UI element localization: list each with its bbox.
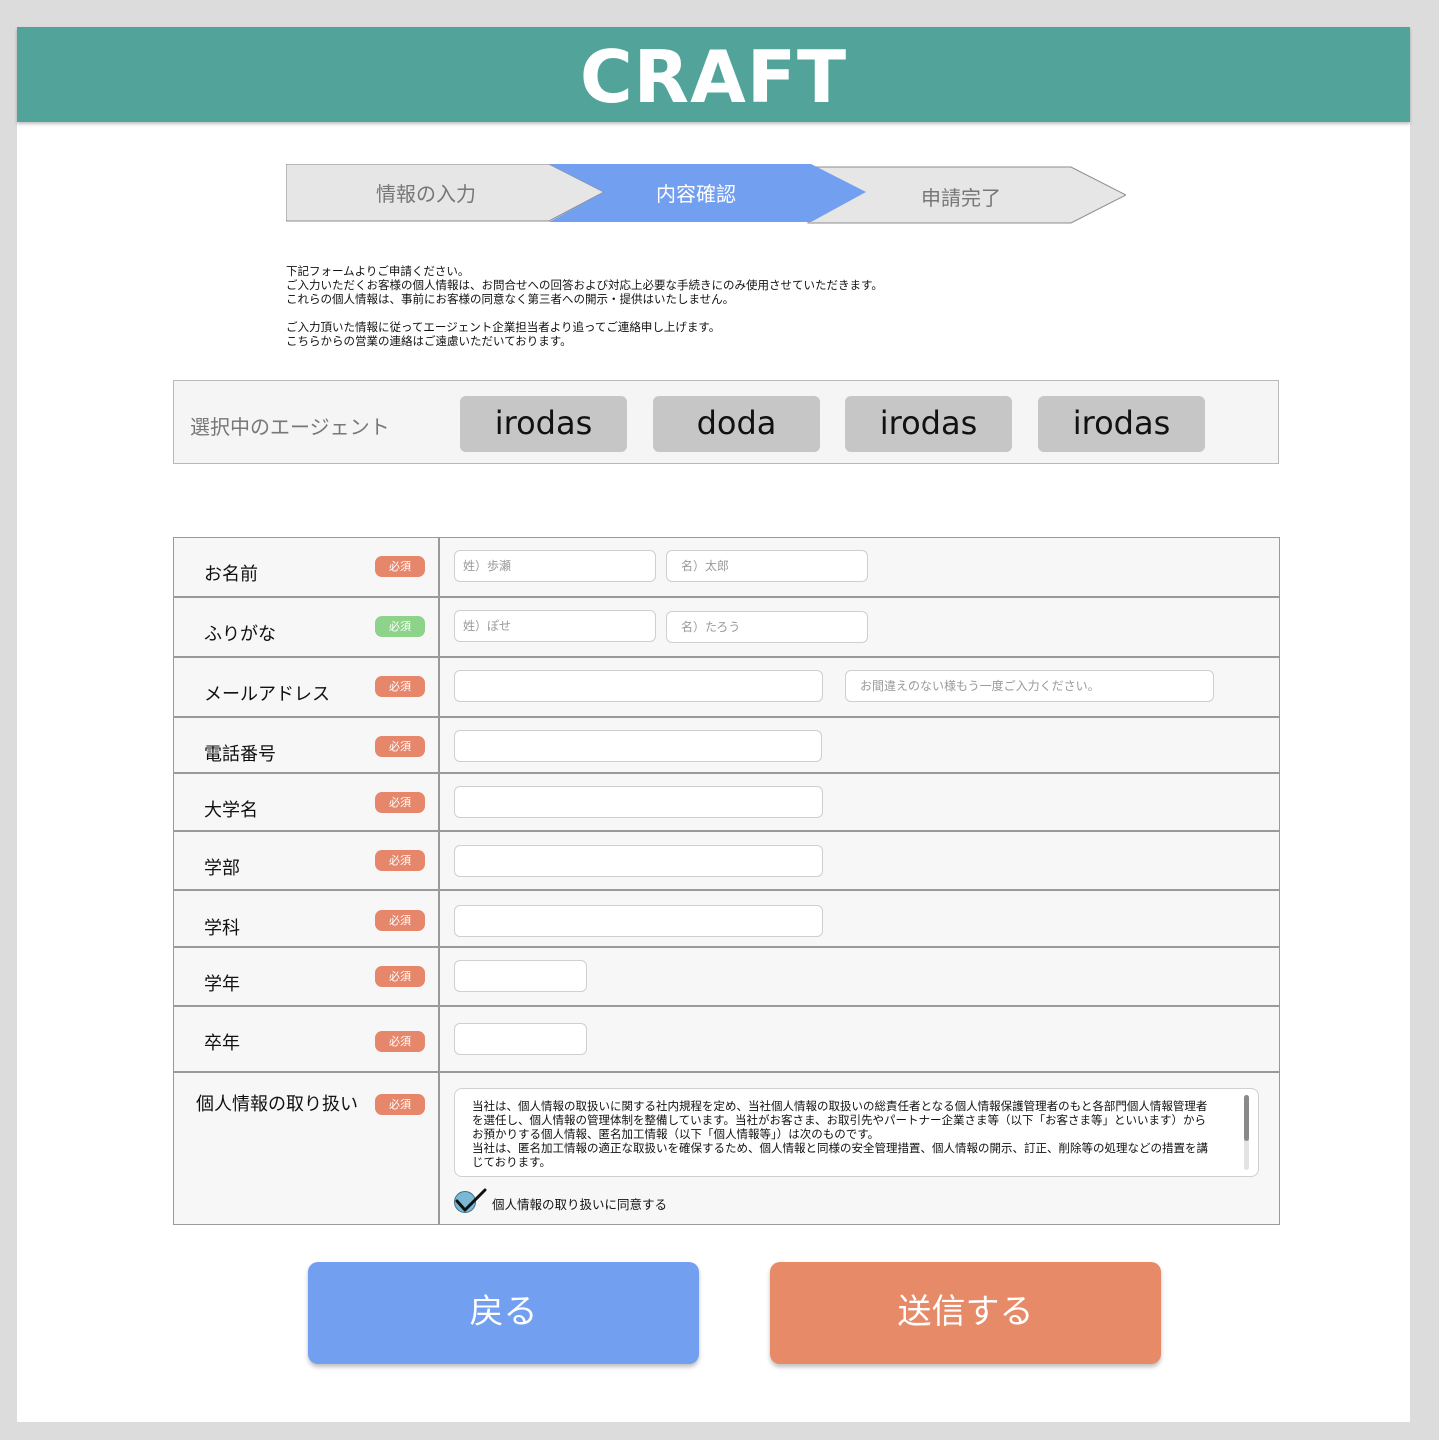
progress-steps: 情報の入力 内容確認 申請完了 bbox=[286, 164, 1126, 226]
form-row-university: 大学名 必須 bbox=[174, 774, 1279, 832]
required-badge: 必須 bbox=[375, 792, 425, 813]
craft-logo: CRAFT bbox=[579, 35, 848, 119]
required-badge: 必須 bbox=[375, 1031, 425, 1052]
form-row-name: お名前 必須 姓）歩瀬 名）太郎 bbox=[174, 538, 1279, 598]
privacy-agree-checkbox[interactable]: 個人情報の取り扱いに同意する bbox=[454, 1188, 754, 1216]
faculty-input[interactable] bbox=[454, 845, 823, 877]
form-row-grade: 学年 必須 bbox=[174, 948, 1279, 1007]
last-name-input[interactable]: 姓）歩瀬 bbox=[454, 550, 656, 582]
required-badge: 必須 bbox=[375, 736, 425, 757]
required-badge: 必須 bbox=[375, 616, 425, 637]
agent-chip[interactable]: irodas bbox=[1038, 396, 1205, 452]
phone-input[interactable] bbox=[454, 730, 822, 762]
furigana-label: ふりがな bbox=[204, 624, 276, 645]
notice-line: これらの個人情報は、事前にお客様の同意なく第三者への開示・提供はいたしません。 bbox=[286, 292, 735, 306]
privacy-agree-label: 個人情報の取り扱いに同意する bbox=[492, 1197, 668, 1212]
privacy-paragraph: 当社は、匿名加工情報の適正な取扱いを確保するため、個人情報と同様の安全管理措置、… bbox=[472, 1141, 1208, 1169]
faculty-label: 学部 bbox=[204, 858, 240, 879]
name-label: お名前 bbox=[204, 564, 258, 585]
form-row-department: 学科 必須 bbox=[174, 891, 1279, 948]
first-name-input[interactable]: 名）太郎 bbox=[666, 550, 868, 582]
grade-input[interactable] bbox=[454, 960, 587, 992]
required-badge: 必須 bbox=[375, 966, 425, 987]
agent-chip[interactable]: irodas bbox=[845, 396, 1012, 452]
phone-label: 電話番号 bbox=[204, 744, 276, 765]
required-badge: 必須 bbox=[375, 1094, 425, 1115]
form-row-furigana: ふりがな 必須 姓）ぽせ 名）たろう bbox=[174, 598, 1279, 658]
graduation-input[interactable] bbox=[454, 1023, 587, 1055]
notice-line: 下記フォームよりご申請ください。 bbox=[286, 264, 470, 278]
submit-button[interactable]: 送信する bbox=[770, 1262, 1161, 1364]
privacy-label: 個人情報の取り扱い bbox=[196, 1094, 358, 1115]
checkmark-icon bbox=[455, 1188, 487, 1212]
required-badge: 必須 bbox=[375, 676, 425, 697]
notice-line: ご入力いただくお客様の個人情報は、お問合せへの回答および対応上必要な手続きにのみ… bbox=[286, 278, 883, 292]
privacy-scrollbar[interactable] bbox=[1244, 1095, 1249, 1170]
application-form: お名前 必須 姓）歩瀬 名）太郎 ふりがな 必須 姓）ぽせ 名）たろう メールア… bbox=[173, 537, 1280, 1225]
agent-chip[interactable]: irodas bbox=[460, 396, 627, 452]
step-confirm: 内容確認 bbox=[656, 182, 736, 206]
department-label: 学科 bbox=[204, 918, 240, 939]
email-confirm-input[interactable]: お間違えのない様もう一度ご入力ください。 bbox=[845, 670, 1214, 702]
required-badge: 必須 bbox=[375, 556, 425, 577]
grade-label: 学年 bbox=[204, 974, 240, 995]
last-name-kana-input[interactable]: 姓）ぽせ bbox=[454, 610, 656, 642]
notice-line: こちらからの営業の連絡はご遠慮いただいております。 bbox=[286, 334, 572, 348]
site-header: CRAFT bbox=[17, 27, 1410, 122]
form-row-email: メールアドレス 必須 お間違えのない様もう一度ご入力ください。 bbox=[174, 658, 1279, 718]
required-badge: 必須 bbox=[375, 850, 425, 871]
step-complete: 申請完了 bbox=[921, 186, 1001, 210]
email-input[interactable] bbox=[454, 670, 823, 702]
form-column-divider bbox=[438, 538, 440, 1224]
notice-text: 下記フォームよりご申請ください。 ご入力いただくお客様の個人情報は、お問合せへの… bbox=[286, 264, 1006, 348]
university-input[interactable] bbox=[454, 786, 823, 818]
form-row-faculty: 学部 必須 bbox=[174, 832, 1279, 891]
notice-line: ご入力頂いた情報に従ってエージェント企業担当者より追ってご連絡申し上げます。 bbox=[286, 320, 721, 334]
form-row-graduation: 卒年 必須 bbox=[174, 1007, 1279, 1073]
selected-agents-label: 選択中のエージェント bbox=[190, 415, 390, 439]
department-input[interactable] bbox=[454, 905, 823, 937]
university-label: 大学名 bbox=[204, 800, 258, 821]
privacy-policy-text[interactable]: 当社は、個人情報の取扱いに関する社内規程を定め、当社個人情報の取扱いの総責任者と… bbox=[454, 1088, 1259, 1177]
selected-agents: 選択中のエージェント irodas doda irodas irodas bbox=[173, 380, 1279, 464]
privacy-paragraph: 当社は、個人情報の取扱いに関する社内規程を定め、当社個人情報の取扱いの総責任者と… bbox=[472, 1099, 1208, 1141]
email-label: メールアドレス bbox=[204, 684, 330, 705]
graduation-label: 卒年 bbox=[204, 1033, 240, 1054]
scrollbar-thumb[interactable] bbox=[1244, 1095, 1249, 1141]
first-name-kana-input[interactable]: 名）たろう bbox=[666, 611, 868, 643]
form-row-phone: 電話番号 必須 bbox=[174, 718, 1279, 774]
required-badge: 必須 bbox=[375, 910, 425, 931]
back-button[interactable]: 戻る bbox=[308, 1262, 699, 1364]
agent-chip[interactable]: doda bbox=[653, 396, 820, 452]
page: CRAFT 情報の入力 内容確認 申請完了 下記フォームよりご申請ください。 ご… bbox=[17, 27, 1410, 1422]
step-input: 情報の入力 bbox=[376, 182, 476, 206]
